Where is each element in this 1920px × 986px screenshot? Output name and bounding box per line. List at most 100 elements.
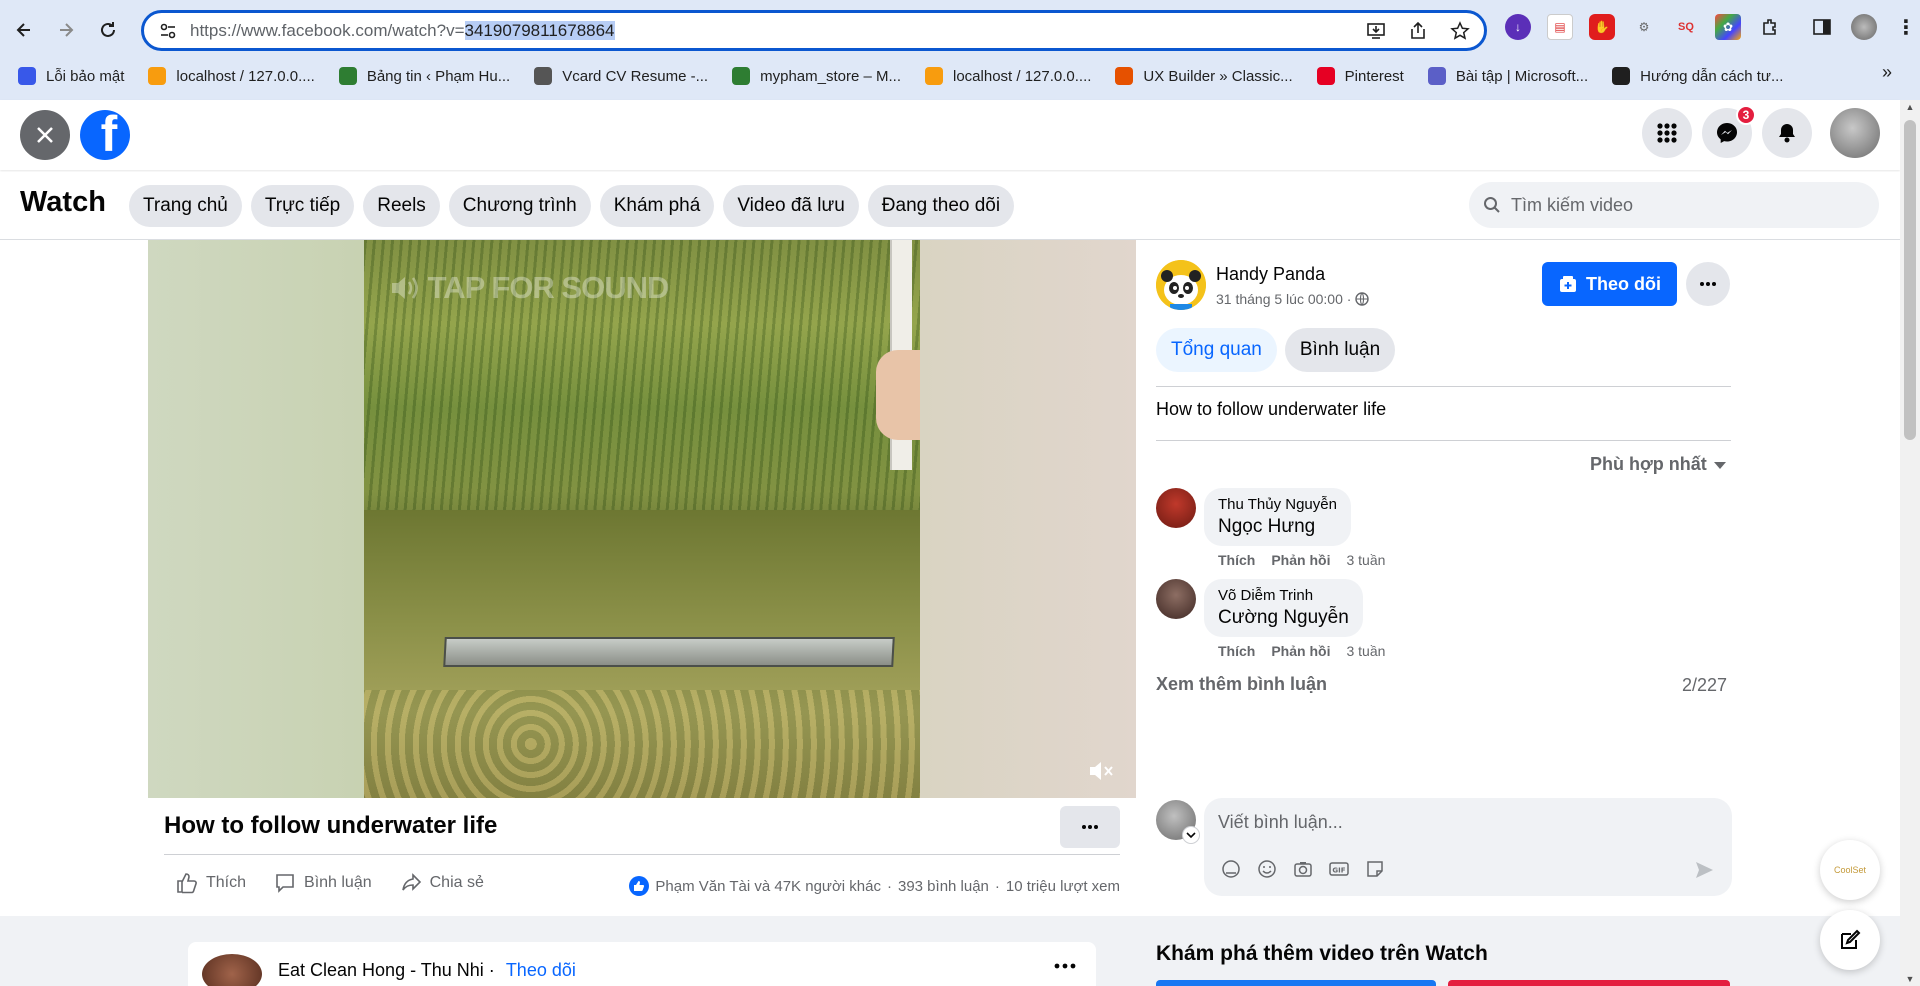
bookmarks-overflow-button[interactable]: » [1882,62,1892,83]
color-extension-icon[interactable]: ✿ [1715,14,1741,40]
account-avatar[interactable] [1830,108,1880,158]
bookmark-item[interactable]: UX Builder » Classic... [1115,67,1293,85]
bookmark-item[interactable]: Pinterest [1316,67,1404,85]
comment-time[interactable]: 3 tuần [1346,643,1385,659]
send-icon[interactable] [1692,858,1716,882]
coolset-brand-button[interactable]: CoolSet [1820,840,1880,900]
chevron-down-icon[interactable] [1182,826,1200,844]
watch-tab[interactable]: Chương trình [448,185,591,227]
profile-avatar[interactable] [1851,14,1877,40]
scrollbar-thumb[interactable] [1904,120,1916,440]
bookmark-item[interactable]: localhost / 127.0.0.... [925,67,1091,85]
close-icon[interactable] [20,110,70,160]
commenter-avatar[interactable] [1156,579,1196,619]
bookmark-item[interactable]: Hướng dẫn cách tư... [1612,67,1783,85]
comment-reply-link[interactable]: Phản hồi [1271,552,1330,568]
watch-tab[interactable]: Khám phá [599,185,715,227]
explore-card-blue[interactable] [1156,980,1436,986]
more-dots-icon[interactable] [1054,956,1076,974]
new-message-compose-icon[interactable] [1820,910,1880,970]
watch-tab[interactable]: Reels [363,185,440,227]
feed-author-name[interactable]: Eat Clean Hong - Thu Nhi [278,960,484,980]
install-app-icon[interactable] [1364,19,1388,43]
avatar-sticker-icon[interactable] [1220,858,1242,880]
sticker-icon[interactable] [1364,858,1386,880]
page-avatar-panda[interactable] [1156,260,1206,310]
post-time[interactable]: 31 tháng 5 lúc 00:00 · [1216,291,1370,307]
extensions-puzzle-icon[interactable] [1757,14,1783,40]
bookmark-item[interactable]: Vcard CV Resume -... [534,67,708,85]
messenger-icon[interactable]: 3 [1702,105,1756,158]
back-arrow-icon[interactable] [6,12,42,48]
gif-icon[interactable]: GIF [1328,858,1350,880]
feed-author: Eat Clean Hong - Thu Nhi · Theo dõi [278,960,576,981]
download-manager-extension-icon[interactable]: ↓ [1505,14,1531,40]
side-panel-icon[interactable] [1809,14,1835,40]
comment-author[interactable]: Võ Diễm Trinh [1218,587,1349,604]
muted-speaker-icon[interactable] [1086,756,1116,786]
scroll-down-arrow-icon[interactable]: ▼ [1905,974,1915,984]
feed-follow-link[interactable]: Theo dõi [506,960,576,980]
gear-extension-icon[interactable]: ⚙ [1631,14,1657,40]
feed-author-avatar[interactable] [202,954,262,986]
watch-tab[interactable]: Trang chủ [129,185,242,227]
comment-text[interactable]: Cường Nguyễn [1218,607,1349,629]
comment-composer[interactable]: Viết bình luận... GIF [1204,798,1732,896]
comment-like-link[interactable]: Thích [1218,643,1255,659]
video-leaves [364,690,920,798]
see-more-comments-link[interactable]: Xem thêm bình luận [1156,674,1327,695]
comment-button[interactable]: Bình luận [274,872,372,894]
bookmark-label: Lỗi bảo mật [46,67,125,85]
watch-tab[interactable]: Đang theo dõi [867,185,1015,227]
tap-for-sound-overlay[interactable]: TAP FOR SOUND [390,270,669,306]
video-more-options-button[interactable] [1060,806,1120,848]
forward-arrow-icon[interactable] [48,12,84,48]
address-bar[interactable]: https://www.facebook.com/watch?v=3419079… [141,10,1487,51]
share-button[interactable]: Chia sẻ [400,872,484,894]
like-reaction-icon [629,876,650,896]
commenter-avatar[interactable] [1156,488,1196,528]
emoji-icon[interactable] [1256,858,1278,880]
tab-overview[interactable]: Tổng quan [1156,328,1277,372]
follow-button[interactable]: Theo dõi [1542,262,1677,306]
comment-reply-link[interactable]: Phản hồi [1271,643,1330,659]
camera-icon[interactable] [1292,858,1314,880]
video-search-input[interactable]: Tìm kiếm video [1469,182,1879,228]
bookmark-item[interactable]: Bảng tin ‹ Phạm Hu... [338,67,510,85]
post-more-options-button[interactable] [1686,262,1730,306]
url-text[interactable]: https://www.facebook.com/watch?v=3419079… [190,20,615,41]
video-blur-right [920,240,1136,798]
reload-icon[interactable] [90,12,126,48]
comment-like-link[interactable]: Thích [1218,552,1255,568]
seo-extension-icon[interactable]: SQ [1673,14,1699,40]
tab-comments[interactable]: Bình luận [1284,328,1396,372]
comment-sort-dropdown[interactable]: Phù hợp nhất [1590,454,1727,475]
bookmark-item[interactable]: mypham_store – M... [732,67,901,85]
adblock-extension-icon[interactable]: ✋ [1589,14,1615,40]
page-name[interactable]: Handy Panda [1216,264,1325,285]
bookmark-item[interactable]: Bài tập | Microsoft... [1427,67,1588,85]
page-scrollbar[interactable]: ▲ ▼ [1900,100,1920,986]
comments-count[interactable]: 393 bình luận [898,878,989,895]
bookmark-item[interactable]: localhost / 127.0.0.... [148,67,315,85]
watch-tab[interactable]: Trực tiếp [250,185,355,227]
calendar-extension-icon[interactable]: ▤ [1547,14,1573,40]
bookmark-item[interactable]: Lỗi bảo mật [18,67,124,85]
menu-grid-icon[interactable] [1642,108,1692,158]
scroll-up-arrow-icon[interactable]: ▲ [1905,102,1915,112]
share-icon[interactable] [1406,19,1430,43]
like-button[interactable]: Thích [176,872,246,894]
notifications-bell-icon[interactable] [1762,108,1812,158]
chrome-menu-icon[interactable]: ⋮ [1893,14,1919,40]
comment-text[interactable]: Ngọc Hưng [1218,516,1337,538]
video-player[interactable]: TAP FOR SOUND [148,240,1136,798]
watch-tab[interactable]: Video đã lưu [723,185,859,227]
facebook-logo[interactable]: f [80,110,130,160]
comment-author[interactable]: Thu Thủy Nguyễn [1218,496,1337,513]
video-frame[interactable]: TAP FOR SOUND [364,240,920,798]
site-settings-icon[interactable] [154,17,182,45]
comment-time[interactable]: 3 tuần [1346,552,1385,568]
reactors-text[interactable]: Phạm Văn Tài và 47K người khác [655,878,881,895]
explore-card-red[interactable] [1448,980,1730,986]
bookmark-star-icon[interactable] [1448,19,1472,43]
